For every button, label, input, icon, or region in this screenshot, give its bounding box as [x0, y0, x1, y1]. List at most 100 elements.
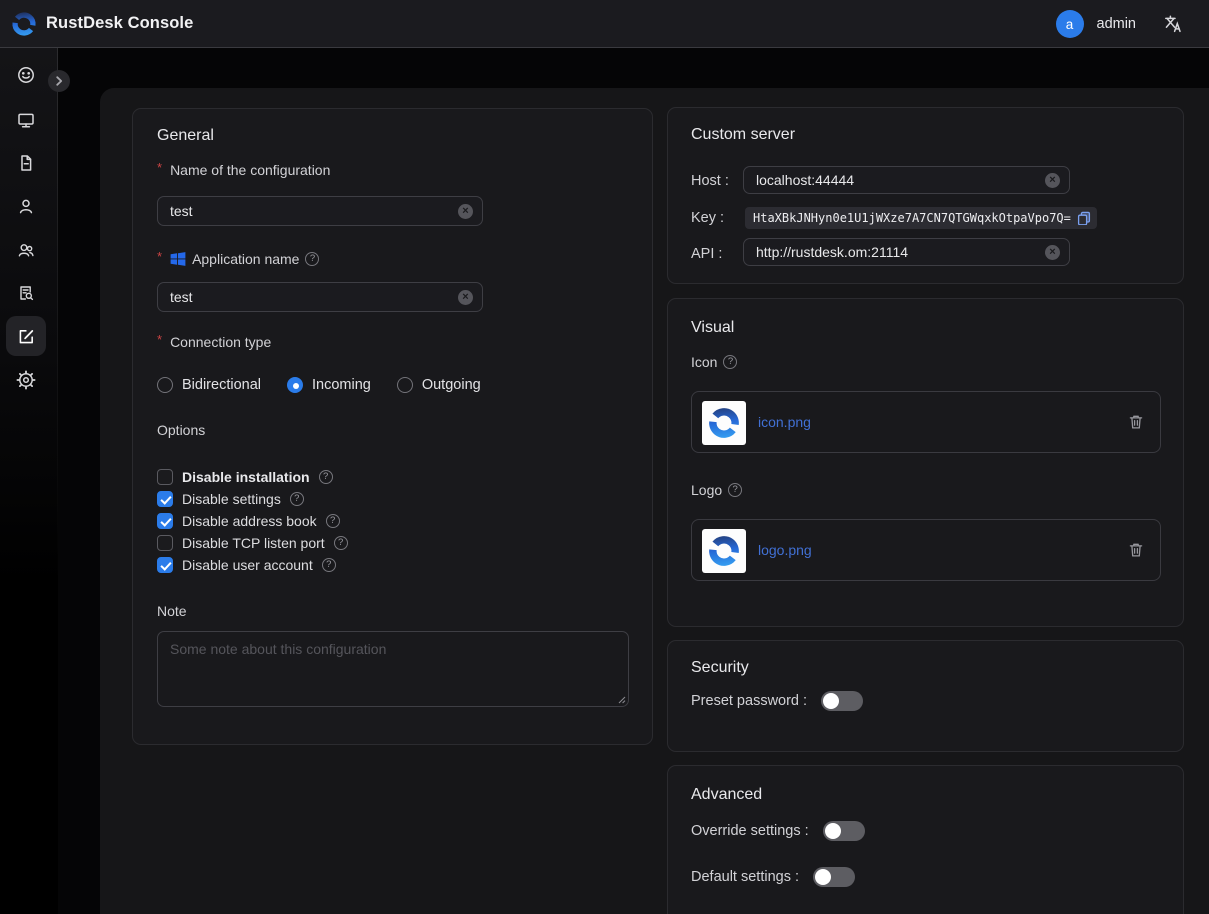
edit-icon [16, 326, 37, 347]
brand: RustDesk Console [0, 11, 193, 37]
application-name-input-wrap: × [157, 282, 483, 312]
sidebar-item-dashboard[interactable] [6, 55, 46, 95]
help-icon[interactable]: ? [319, 470, 333, 484]
clear-icon[interactable]: × [1045, 245, 1060, 260]
preset-password-toggle[interactable] [821, 691, 863, 711]
header-right: a admin [1056, 0, 1184, 48]
sidebar-expand-button[interactable] [48, 70, 70, 92]
clear-icon[interactable]: × [458, 290, 473, 305]
logo-file-item: logo.png [691, 519, 1161, 581]
radio-control[interactable] [287, 377, 303, 393]
override-settings-toggle[interactable] [823, 821, 865, 841]
checkbox-control[interactable] [157, 491, 173, 507]
security-card: Security Preset password : [667, 640, 1184, 752]
logo-file-link[interactable]: logo.png [758, 542, 812, 558]
user-icon [16, 196, 36, 216]
clear-icon[interactable]: × [458, 204, 473, 219]
override-settings-label: Override settings : [691, 823, 809, 839]
user-avatar[interactable]: a [1056, 10, 1084, 38]
chevron-right-icon [53, 75, 65, 87]
config-name-input-wrap: × [157, 196, 483, 226]
icon-file-link[interactable]: icon.png [758, 414, 811, 430]
option-disable-installation[interactable]: Disable installation ? [157, 469, 333, 485]
default-settings-row: Default settings : [691, 867, 855, 887]
logo-file-thumbnail [702, 529, 746, 573]
key-label: Key : [691, 208, 724, 228]
visual-title: Visual [691, 319, 734, 337]
checkbox-control[interactable] [157, 513, 173, 529]
key-value: HtaXBkJNHyn0e1U1jWXze7A7CN7QTGWqxkOtpaVp… [753, 211, 1071, 225]
config-name-input[interactable] [158, 203, 458, 219]
general-title: General [157, 127, 214, 145]
resize-handle-icon[interactable] [616, 694, 626, 704]
help-icon[interactable]: ? [728, 483, 742, 497]
top-bar: RustDesk Console a admin [0, 0, 1209, 48]
sidebar-item-groups[interactable] [6, 230, 46, 270]
trash-icon[interactable] [1128, 542, 1144, 559]
host-input[interactable] [744, 172, 1045, 188]
radio-incoming[interactable]: Incoming [287, 377, 371, 393]
user-name[interactable]: admin [1097, 16, 1137, 32]
application-name-input[interactable] [158, 289, 458, 305]
application-name-label: * Application name ? [157, 249, 319, 269]
help-icon[interactable]: ? [322, 558, 336, 572]
required-marker: * [157, 247, 162, 267]
host-input-wrap: × [743, 166, 1070, 194]
rustdesk-logo-icon [11, 11, 37, 37]
help-icon[interactable]: ? [723, 355, 737, 369]
sidebar-item-settings[interactable] [6, 360, 46, 400]
connection-type-label: *Connection type [157, 332, 271, 352]
sidebar-rail [0, 48, 58, 914]
general-card: General *Name of the configuration × * [132, 108, 653, 745]
help-icon[interactable]: ? [305, 252, 319, 266]
copy-icon[interactable] [1077, 211, 1091, 225]
note-area-wrap [157, 631, 629, 707]
option-disable-settings[interactable]: Disable settings ? [157, 491, 304, 507]
options-label: Options [157, 420, 205, 440]
users-icon [16, 240, 36, 260]
logo-upload-label: Logo ? [691, 480, 742, 500]
icon-file-item: icon.png [691, 391, 1161, 453]
document-icon [16, 153, 36, 173]
help-icon[interactable]: ? [326, 514, 340, 528]
sidebar-item-devices[interactable] [6, 100, 46, 140]
smiley-icon [16, 65, 36, 85]
custom-server-title: Custom server [691, 126, 795, 144]
host-label: Host : [691, 171, 729, 191]
option-disable-user-account[interactable]: Disable user account ? [157, 557, 336, 573]
sidebar-item-users[interactable] [6, 186, 46, 226]
translate-icon[interactable] [1163, 14, 1183, 34]
checkbox-control[interactable] [157, 469, 173, 485]
override-settings-row: Override settings : [691, 821, 865, 841]
trash-icon[interactable] [1128, 414, 1144, 431]
icon-upload-label: Icon ? [691, 352, 737, 372]
sidebar-item-audit[interactable] [6, 273, 46, 313]
radio-control[interactable] [397, 377, 413, 393]
security-title: Security [691, 659, 749, 677]
radio-control[interactable] [157, 377, 173, 393]
app-title: RustDesk Console [46, 14, 193, 33]
windows-icon [170, 251, 186, 267]
config-name-label: *Name of the configuration [157, 160, 330, 180]
help-icon[interactable]: ? [334, 536, 348, 550]
radio-bidirectional[interactable]: Bidirectional [157, 377, 261, 393]
api-input-wrap: × [743, 238, 1070, 266]
note-textarea[interactable] [158, 632, 628, 706]
help-icon[interactable]: ? [290, 492, 304, 506]
clear-icon[interactable]: × [1045, 173, 1060, 188]
option-disable-address-book[interactable]: Disable address book ? [157, 513, 340, 529]
connection-type-group: Bidirectional Incoming Outgoing [157, 377, 481, 393]
default-settings-label: Default settings : [691, 869, 799, 885]
api-input[interactable] [744, 244, 1045, 260]
sidebar-item-documents[interactable] [6, 143, 46, 183]
note-label: Note [157, 601, 187, 621]
default-settings-toggle[interactable] [813, 867, 855, 887]
custom-server-card: Custom server Host : × Key : HtaXBkJNHyn… [667, 107, 1184, 284]
option-disable-tcp-listen-port[interactable]: Disable TCP listen port ? [157, 535, 348, 551]
visual-card: Visual Icon ? [667, 298, 1184, 627]
radio-outgoing[interactable]: Outgoing [397, 377, 481, 393]
checkbox-control[interactable] [157, 535, 173, 551]
checkbox-control[interactable] [157, 557, 173, 573]
sidebar-item-configurations[interactable] [6, 316, 46, 356]
preset-password-label: Preset password : [691, 693, 807, 709]
